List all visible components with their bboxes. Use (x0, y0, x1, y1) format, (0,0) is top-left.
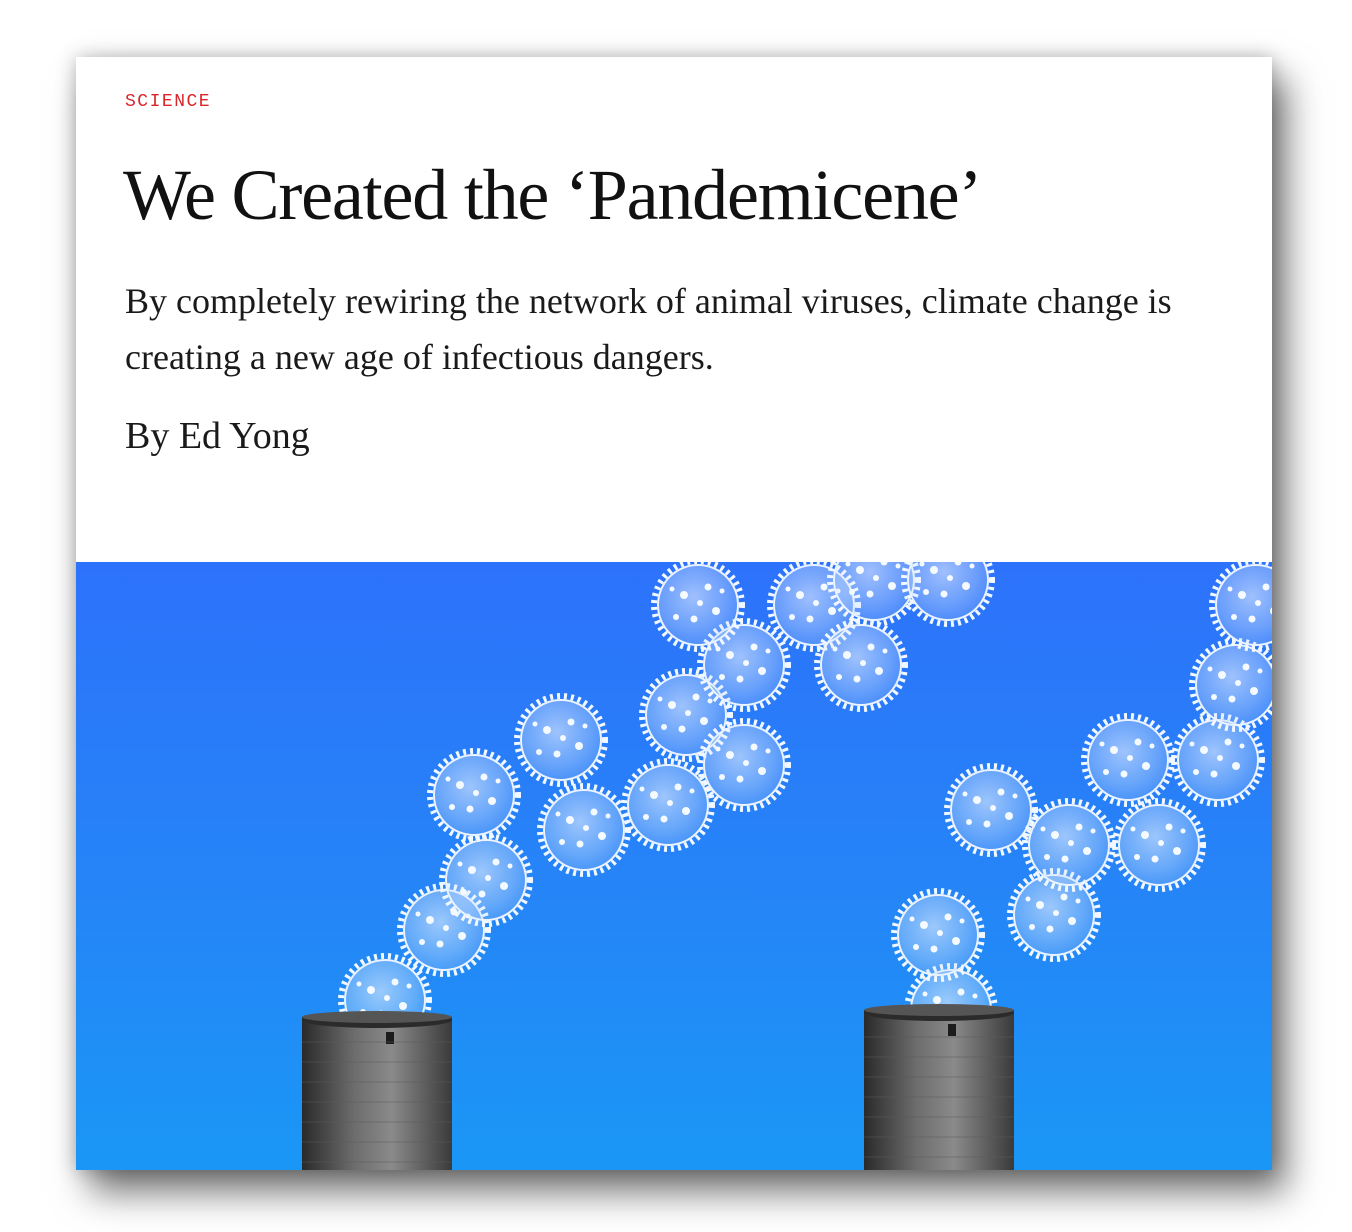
article-byline[interactable]: By Ed Yong (125, 412, 310, 460)
smokestack-right (864, 1004, 1014, 1170)
article-dek: By completely rewiring the network of an… (125, 281, 1172, 377)
article-card: SCIENCE We Created the ‘Pandemicene’ By … (76, 57, 1272, 1170)
virus-plume-right (894, 562, 1272, 1054)
article-header: SCIENCE We Created the ‘Pandemicene’ By … (76, 57, 1272, 562)
article-title: We Created the ‘Pandemicene’ (123, 155, 982, 235)
virus-plume-left (341, 562, 992, 1044)
section-label[interactable]: SCIENCE (125, 92, 211, 112)
hero-illustration (76, 562, 1272, 1170)
smokestack-left (302, 1011, 452, 1170)
hero-illustration-svg (302, 562, 1272, 1170)
